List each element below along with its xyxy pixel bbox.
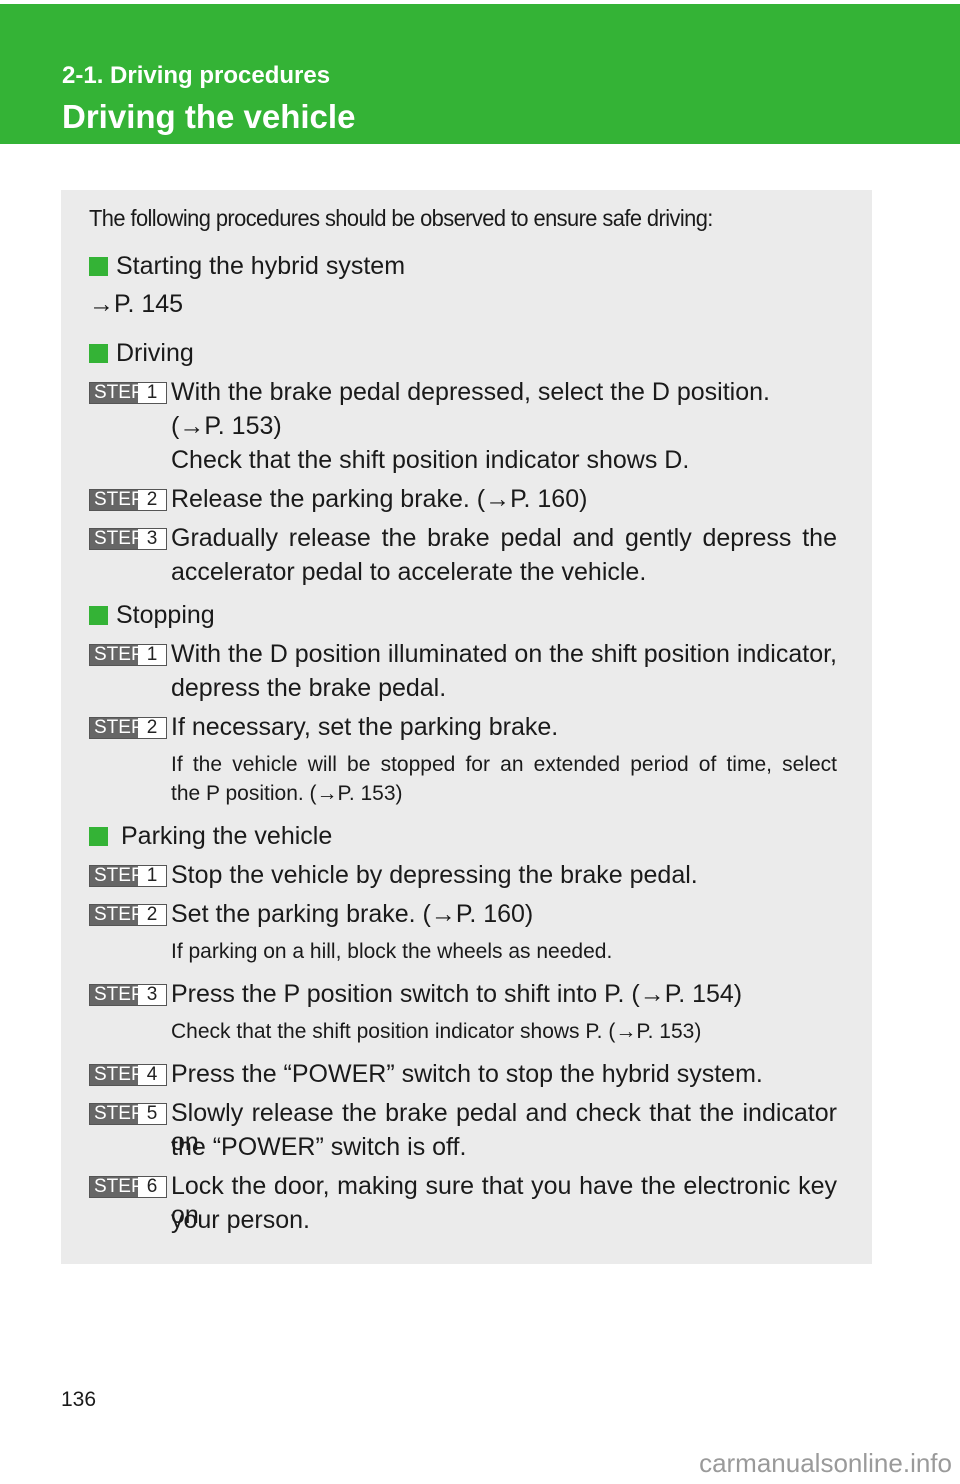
step-label: STEP xyxy=(90,645,144,665)
step-badge: STEP 2 xyxy=(89,717,167,739)
section-header: 2-1. Driving procedures Driving the vehi… xyxy=(0,4,960,144)
step-note: If parking on a hill, block the wheels a… xyxy=(171,940,613,963)
step-label: STEP xyxy=(90,529,144,549)
step-label: STEP xyxy=(90,866,144,886)
step-label: STEP xyxy=(90,985,144,1005)
step-label: STEP xyxy=(90,1104,144,1124)
step-badge: STEP 5 xyxy=(89,1103,167,1125)
step-text: With the D position illuminated on the s… xyxy=(171,640,837,668)
step-number: 2 xyxy=(138,718,166,738)
step-text: Press the “POWER” switch to stop the hyb… xyxy=(171,1060,763,1088)
step-label: STEP xyxy=(90,1065,144,1085)
step-text: Release the parking brake. (→P. 160) xyxy=(171,485,588,513)
step-text: Stop the vehicle by depressing the brake… xyxy=(171,861,698,889)
step-number: 1 xyxy=(138,645,166,665)
step-badge: STEP 1 xyxy=(89,644,167,666)
step-number: 2 xyxy=(138,490,166,510)
section-label: 2-1. Driving procedures xyxy=(62,62,331,89)
step-label: STEP xyxy=(90,1177,144,1197)
green-square-icon xyxy=(89,344,108,363)
step-badge: STEP 1 xyxy=(89,865,167,887)
step-number: 5 xyxy=(138,1104,166,1124)
step-text: Gradually release the brake pedal and ge… xyxy=(171,524,837,552)
step-label: STEP xyxy=(90,490,144,510)
step-badge: STEP 1 xyxy=(89,382,167,404)
page-title: Driving the vehicle xyxy=(62,98,356,135)
heading-label: Stopping xyxy=(116,601,215,629)
step-number: 1 xyxy=(138,866,166,886)
intro-text: The following procedures should be obser… xyxy=(89,205,713,231)
step-label: STEP xyxy=(90,905,144,925)
step-note: If the vehicle will be stopped for an ex… xyxy=(171,753,837,776)
step-label: STEP xyxy=(90,718,144,738)
step-text: Press the P position switch to shift int… xyxy=(171,980,743,1008)
step-badge: STEP 6 xyxy=(89,1176,167,1198)
step-badge: STEP 2 xyxy=(89,489,167,511)
step-number: 6 xyxy=(138,1177,166,1197)
step-number: 1 xyxy=(138,383,166,403)
step-badge: STEP 3 xyxy=(89,984,167,1006)
step-text: Set the parking brake. (→P. 160) xyxy=(171,900,534,928)
heading-parking: Parking the vehicle xyxy=(89,822,332,851)
step-badge: STEP 2 xyxy=(89,904,167,926)
heading-label: Starting the hybrid system xyxy=(116,252,406,280)
step-text: accelerator pedal to accelerate the vehi… xyxy=(171,558,647,586)
step-number: 4 xyxy=(138,1065,166,1085)
heading-starting: Starting the hybrid system xyxy=(89,252,405,281)
step-note: Check that the shift position indicator … xyxy=(171,1020,702,1043)
heading-stopping: Stopping xyxy=(89,601,215,630)
step-text: your person. xyxy=(171,1206,310,1234)
step-text: If necessary, set the parking brake. xyxy=(171,713,559,741)
step-text: depress the brake pedal. xyxy=(171,674,447,702)
watermark: carmanualsonline.info xyxy=(699,1448,952,1478)
green-square-icon xyxy=(89,827,108,846)
heading-driving: Driving xyxy=(89,339,194,368)
green-square-icon xyxy=(89,606,108,625)
heading-label: Driving xyxy=(116,339,194,367)
step-text: Check that the shift position indicator … xyxy=(171,446,690,474)
step-text: (→P. 153) xyxy=(171,412,282,440)
step-number: 3 xyxy=(138,985,166,1005)
step-number: 2 xyxy=(138,905,166,925)
step-number: 3 xyxy=(138,529,166,549)
heading-label: Parking the vehicle xyxy=(121,822,333,850)
step-text: the “POWER” switch is off. xyxy=(171,1133,467,1161)
step-badge: STEP 3 xyxy=(89,528,167,550)
step-badge: STEP 4 xyxy=(89,1064,167,1086)
step-text: With the brake pedal depressed, select t… xyxy=(171,378,770,406)
step-label: STEP xyxy=(90,383,144,403)
green-square-icon xyxy=(89,257,108,276)
page-number: 136 xyxy=(61,1388,97,1411)
page-reference-link[interactable]: →P. 145 xyxy=(89,290,183,319)
step-note: the P position. (→P. 153) xyxy=(171,782,403,805)
